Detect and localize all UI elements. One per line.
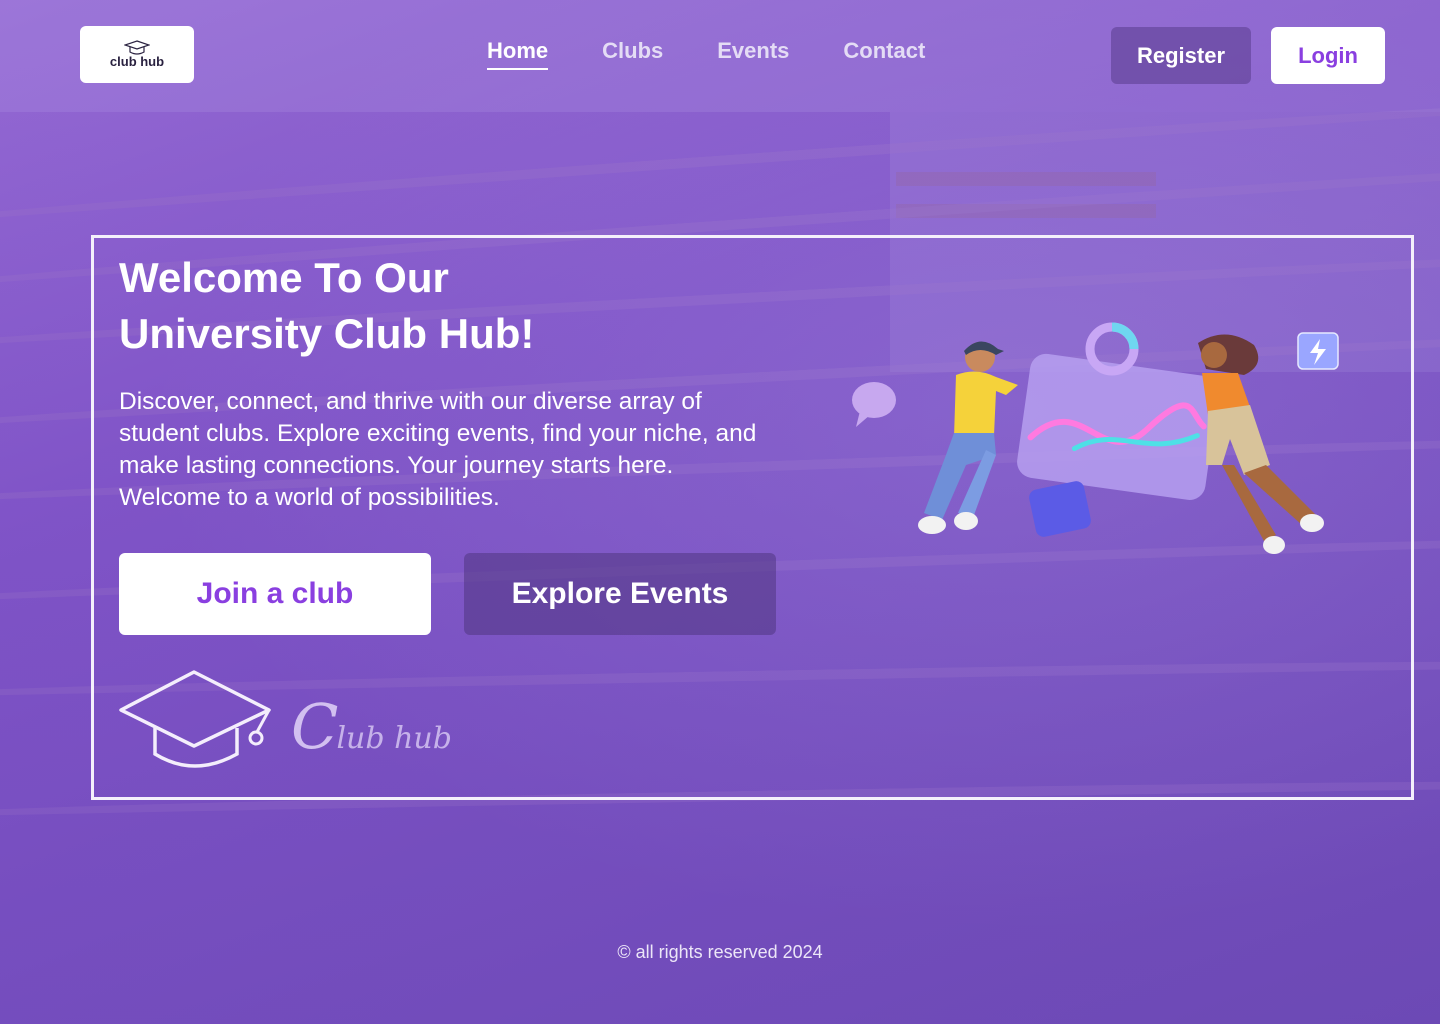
nav-events[interactable]: Events: [717, 38, 789, 70]
small-card-icon: [1029, 481, 1091, 537]
site-header: club hub Home Clubs Events Contact Regis…: [0, 0, 1440, 112]
explore-events-button[interactable]: Explore Events: [464, 553, 776, 635]
boy-figure: [918, 341, 1018, 534]
graduation-cap-icon: [119, 670, 271, 768]
hero-description: Discover, connect, and thrive with our d…: [119, 388, 757, 511]
hero-logo-script: Club hub: [291, 690, 452, 763]
hero-title-line2: University Club Hub!: [119, 310, 535, 357]
main-nav: Home Clubs Events Contact: [487, 38, 979, 70]
hero-title-line1: Welcome To Our: [119, 254, 449, 301]
nav-home[interactable]: Home: [487, 38, 549, 70]
nav-clubs[interactable]: Clubs: [602, 38, 663, 70]
site-logo[interactable]: club hub: [80, 26, 194, 83]
hero-title: Welcome To Our University Club Hub!: [119, 250, 739, 362]
login-button[interactable]: Login: [1271, 27, 1385, 84]
join-club-button[interactable]: Join a club: [119, 553, 431, 635]
register-button[interactable]: Register: [1111, 27, 1251, 84]
hero-logo-script-rest: lub hub: [336, 721, 452, 756]
hero-club-hub-logo: Club hub: [119, 668, 459, 770]
nav-contact[interactable]: Contact: [843, 38, 925, 70]
footer-copyright: © all rights reserved 2024: [617, 942, 823, 962]
students-flying-illustration: [852, 322, 1339, 554]
speech-bubble-icon: [852, 382, 896, 418]
logo-text: club hub: [109, 54, 165, 69]
hero-logo-script-c: C: [291, 690, 338, 763]
